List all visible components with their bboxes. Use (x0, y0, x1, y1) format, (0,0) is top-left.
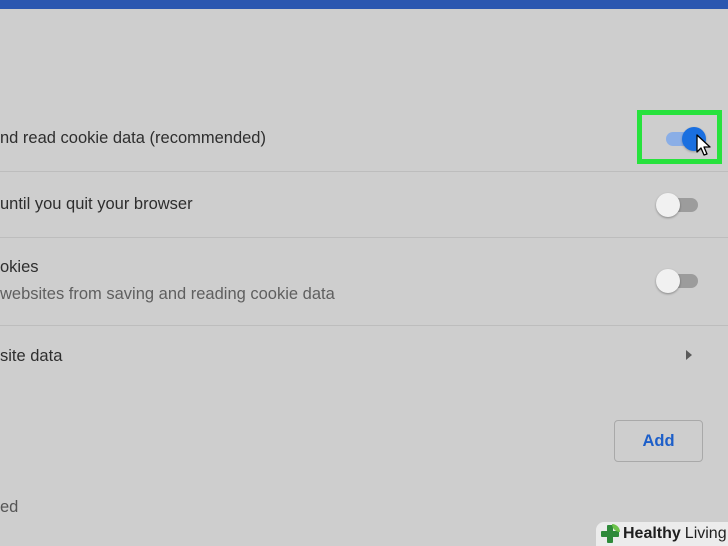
watermark-brand-part2: Living (684, 525, 727, 542)
healthy-living-logo-icon (600, 524, 620, 544)
toggle-knob (656, 269, 680, 293)
section-label-fragment: ed (0, 498, 19, 516)
add-button[interactable]: Add (614, 420, 703, 462)
watermark: Healthy Living (596, 522, 728, 546)
see-all-site-data-row[interactable]: site data (0, 326, 728, 388)
clear-on-quit-label: until you quit your browser (0, 195, 193, 213)
block-third-party-sublabel: websites from saving and reading cookie … (0, 285, 335, 303)
divider (0, 237, 728, 238)
watermark-brand-part1: Healthy (623, 525, 681, 542)
cursor-arrow-icon (696, 134, 711, 156)
toggle-knob (656, 193, 680, 217)
block-third-party-toggle[interactable] (656, 269, 700, 293)
browser-top-bar (0, 0, 728, 9)
divider (0, 171, 728, 172)
block-third-party-label: okies (0, 258, 39, 276)
chevron-right-icon (686, 350, 692, 360)
see-all-site-data-label: site data (0, 347, 63, 365)
clear-on-quit-toggle[interactable] (656, 193, 700, 217)
allow-cookies-label: nd read cookie data (recommended) (0, 129, 266, 147)
